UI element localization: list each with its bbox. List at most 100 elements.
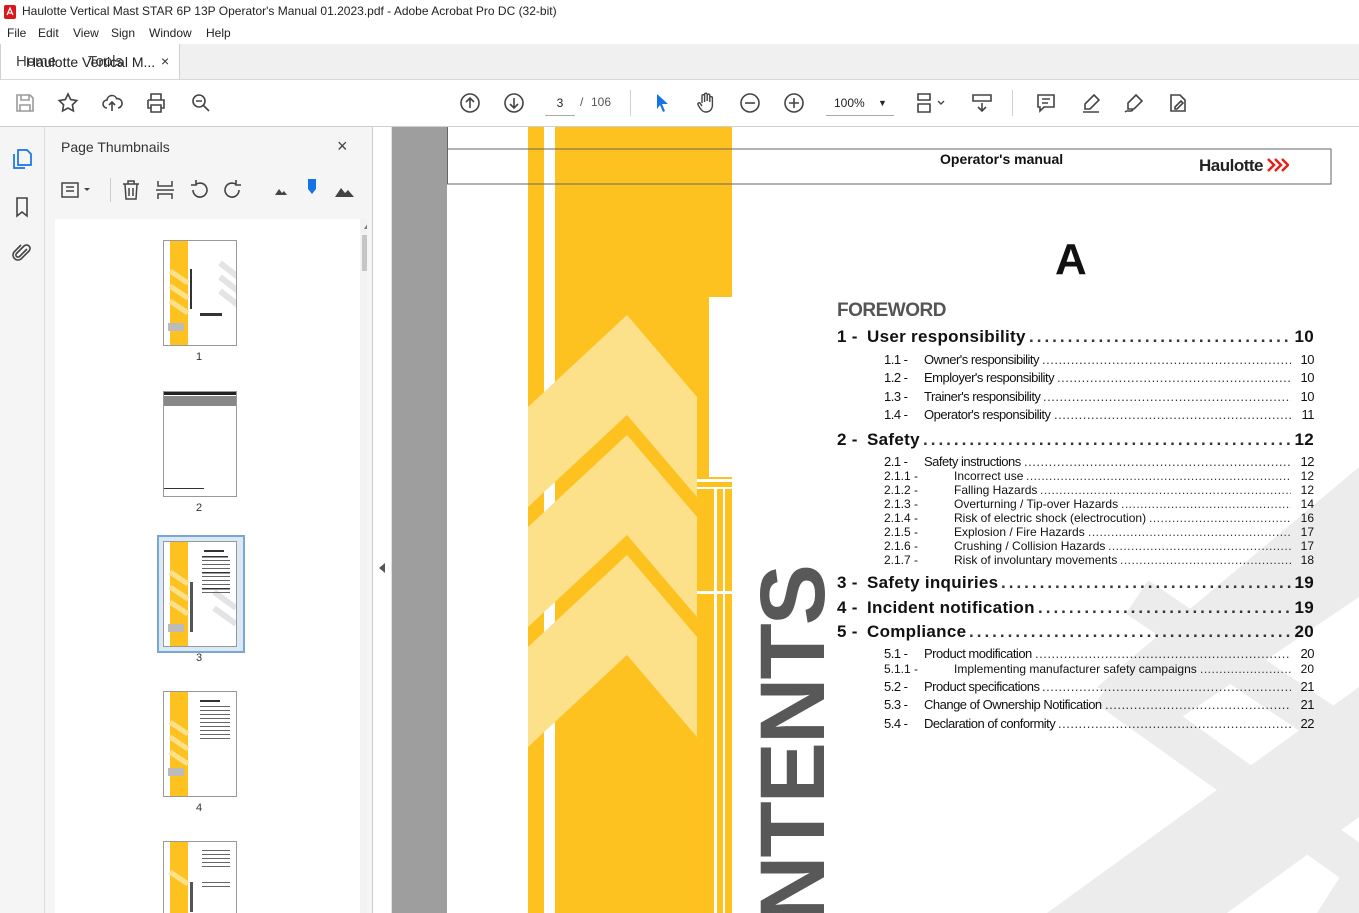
page-down-icon[interactable]: [502, 91, 526, 115]
toc-leader-dots: ........................................…: [1043, 389, 1291, 404]
toc-number: 1.3 -: [884, 389, 908, 404]
menu-sign[interactable]: Sign: [111, 26, 135, 40]
toc-entry[interactable]: 4 - Incident notification 19..............…: [447, 598, 1359, 618]
toc-title: Incorrect use: [954, 469, 1024, 483]
section-letter: A: [1055, 235, 1087, 284]
zoom-search-icon[interactable]: [189, 91, 213, 115]
toc-entry[interactable]: 1.2 - Employer's responsibility 10........…: [447, 370, 1359, 390]
panel-title: Page Thumbnails: [61, 139, 170, 155]
haulotte-logo: Haulotte: [1199, 156, 1291, 178]
chevron-left-icon[interactable]: [379, 563, 385, 573]
page-thumbnails-icon[interactable]: [10, 147, 34, 171]
thumbnail-size-slider-icon[interactable]: [300, 176, 324, 202]
toc-title: Safety: [867, 430, 920, 449]
comment-icon[interactable]: [1034, 91, 1058, 115]
toc-leader-dots: ........................................…: [1058, 716, 1291, 731]
tab-bar: Home Tools Haulotte Vertical M... ×: [0, 44, 1359, 80]
toc-entry[interactable]: 5.2 - Product specifications 21...........…: [447, 679, 1359, 699]
thumbnail-list[interactable]: 1 2 3 4: [55, 219, 367, 913]
thumbnail-size-small-icon[interactable]: [269, 178, 293, 202]
thumbnail-page-1[interactable]: [163, 240, 237, 346]
thumbnail-page-3[interactable]: [163, 541, 237, 647]
toc-title: Crushing / Collision Hazards: [954, 539, 1106, 553]
toc-leader-dots: ........................................…: [923, 430, 1291, 449]
thumbnail-page-4[interactable]: [163, 691, 237, 797]
toc-title: Change of Ownership Notification: [924, 697, 1102, 712]
tab-document[interactable]: Haulotte Vertical M... ×: [0, 44, 180, 79]
menu-window[interactable]: Window: [149, 26, 192, 40]
page-number-input[interactable]: 3: [545, 91, 575, 116]
menu-file[interactable]: File: [7, 26, 26, 40]
title-bar: Haulotte Vertical Mast STAR 6P 13P Opera…: [0, 0, 1359, 25]
extract-pages-icon[interactable]: [153, 178, 177, 202]
toc-title: Explosion / Fire Hazards: [954, 525, 1085, 539]
sign-icon[interactable]: [1122, 91, 1146, 115]
scrollbar-thumb[interactable]: [362, 235, 367, 271]
toc-title: Safety inquiries: [867, 573, 999, 592]
navigation-rail: [0, 127, 45, 913]
thumbnail-page-5[interactable]: [163, 841, 237, 913]
toc-leader-dots: ........................................…: [1200, 662, 1291, 676]
pdf-page: Operator's manual Haulotte A NTENTS FORE…: [447, 127, 1359, 913]
toc-leader-dots: ........................................…: [1001, 573, 1291, 592]
menu-bar: File Edit View Sign Window Help: [0, 24, 1359, 44]
acrobat-icon: [4, 5, 16, 19]
save-icon[interactable]: [13, 91, 37, 115]
page-layout-icon[interactable]: [914, 91, 948, 115]
menu-edit[interactable]: Edit: [38, 26, 59, 40]
toc-entry[interactable]: 1.4 - Operator's responsibility 11........…: [447, 407, 1359, 427]
panel-collapse-handle[interactable]: [373, 127, 392, 913]
toc-number: 2.1.6 -: [884, 539, 919, 553]
toc-entry[interactable]: 2 - Safety 12.............................…: [447, 430, 1359, 450]
toc-leader-dots: ........................................…: [969, 622, 1291, 641]
panel-close-icon[interactable]: ×: [337, 136, 348, 157]
hand-icon[interactable]: [694, 91, 718, 115]
page-up-icon[interactable]: [458, 91, 482, 115]
toc-title: Incident notification: [867, 598, 1035, 617]
fill-sign-icon[interactable]: [1166, 91, 1190, 115]
thumbnail-scrollbar[interactable]: [360, 219, 367, 913]
toc-number: 5.4 -: [884, 716, 908, 731]
toolbar-divider: [1012, 90, 1013, 116]
print-icon[interactable]: [144, 91, 168, 115]
vertical-contents-title: NTENTS: [742, 566, 844, 913]
highlight-icon[interactable]: [1079, 91, 1103, 115]
zoom-out-icon[interactable]: [738, 91, 762, 115]
star-icon[interactable]: [56, 91, 80, 115]
toc-entry[interactable]: 5.3 - Change of Ownership Notification 21.…: [447, 697, 1359, 717]
menu-view[interactable]: View: [73, 26, 99, 40]
thumbnail-label: 4: [195, 802, 203, 814]
scroll-up-icon[interactable]: [364, 223, 367, 229]
rotate-left-icon[interactable]: [187, 178, 211, 202]
toc-leader-dots: ........................................…: [1120, 553, 1291, 567]
toc-entry[interactable]: 1.1 - Owner's responsibility 10...........…: [447, 352, 1359, 372]
toc-number: 5.3 -: [884, 697, 908, 712]
select-cursor-icon[interactable]: [650, 91, 674, 115]
toc-entry[interactable]: 5.4 - Declaration of conformity 22........…: [447, 716, 1359, 736]
toc-entry[interactable]: 5 - Compliance 20.........................…: [447, 622, 1359, 642]
menu-help[interactable]: Help: [206, 26, 231, 40]
bookmark-icon[interactable]: [10, 195, 34, 219]
zoom-select[interactable]: 100% ▼: [826, 91, 894, 116]
attachment-icon[interactable]: [10, 241, 34, 265]
thumbnail-page-2[interactable]: [163, 391, 237, 497]
tab-close-icon[interactable]: ×: [161, 53, 169, 69]
toc-entry[interactable]: 1 - User responsibility 10................…: [447, 327, 1359, 347]
page-header: Operator's manual: [940, 151, 1064, 167]
toc-entry[interactable]: 3 - Safety inquiries 19...................…: [447, 573, 1359, 593]
toc-leader-dots: ........................................…: [1026, 469, 1291, 483]
delete-icon[interactable]: [119, 178, 143, 202]
toc-entry[interactable]: 2.1.7 - Risk of involuntary movements 18..…: [447, 553, 1359, 573]
toolbar-divider: [110, 178, 111, 202]
toc-entry[interactable]: 1.3 - Trainer's responsibility 10.........…: [447, 389, 1359, 409]
scroll-mode-icon[interactable]: [970, 91, 994, 115]
zoom-in-icon[interactable]: [782, 91, 806, 115]
document-view[interactable]: Operator's manual Haulotte A NTENTS FORE…: [392, 127, 1359, 913]
thumbnail-size-large-icon[interactable]: [333, 178, 357, 202]
upload-icon[interactable]: [100, 91, 124, 115]
toolbar-divider: [630, 90, 631, 116]
toc-leader-dots: ........................................…: [1149, 511, 1291, 525]
toc-number: 3 -: [837, 573, 858, 592]
thumbnail-options-icon[interactable]: [59, 178, 93, 202]
rotate-right-icon[interactable]: [221, 178, 245, 202]
